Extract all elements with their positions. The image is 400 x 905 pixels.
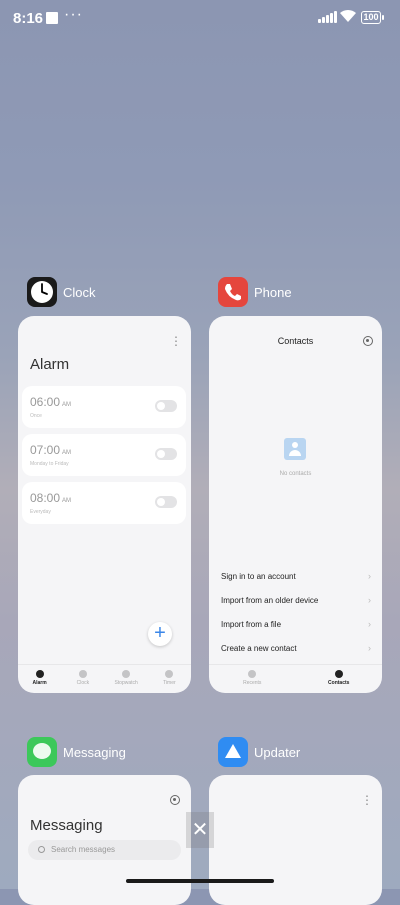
alarm-time: 08:00 AM	[30, 491, 72, 505]
recents-icon	[248, 670, 257, 678]
chevron-right-icon: ›	[368, 643, 371, 653]
updater-app-icon	[218, 737, 248, 767]
tab-timer[interactable]: Timer	[148, 665, 191, 693]
messaging-app-header[interactable]: Messaging	[27, 737, 126, 767]
tab-clock[interactable]: Clock	[61, 665, 104, 693]
clock-app-name: Clock	[63, 284, 96, 300]
import-older-device-option[interactable]: Import from an older device ›	[221, 595, 371, 605]
status-bar: 8:16 ··· 100	[0, 0, 400, 36]
messaging-app-icon	[27, 737, 57, 767]
add-alarm-button[interactable]: +	[148, 622, 172, 646]
updater-app-header[interactable]: Updater	[218, 737, 300, 767]
timer-icon	[165, 670, 174, 678]
page-title: Contacts	[277, 336, 314, 346]
clock-app-card[interactable]: ⋮ Alarm 06:00 AM Once 07:00 AM Monday to F…	[18, 316, 191, 693]
page-title: Messaging	[30, 817, 103, 834]
alarm-toggle[interactable]	[155, 400, 177, 412]
settings-icon[interactable]	[170, 795, 180, 805]
phone-tab-bar: Recents Contacts	[209, 664, 382, 693]
status-time: 8:16	[13, 10, 44, 27]
notification-icon	[46, 12, 58, 24]
alarm-item[interactable]: 08:00 AM Everyday	[22, 482, 186, 524]
chevron-right-icon: ›	[368, 595, 371, 605]
clock-app-icon	[27, 277, 57, 307]
clock-icon	[78, 670, 87, 678]
alarm-repeat: Monday to Friday	[30, 461, 69, 467]
settings-icon[interactable]	[363, 336, 373, 346]
chevron-right-icon: ›	[368, 619, 371, 629]
sign-in-option[interactable]: Sign in to an account ›	[221, 571, 371, 581]
search-icon	[38, 846, 45, 854]
messaging-app-card[interactable]: Messaging Search messages	[18, 775, 191, 905]
phone-app-card[interactable]: Contacts No contacts Sign in to an accou…	[209, 316, 382, 693]
empty-state-text: No contacts	[279, 471, 312, 477]
more-options-icon[interactable]: ⋮	[170, 334, 182, 348]
battery-icon: 100	[361, 11, 384, 24]
stopwatch-icon	[122, 670, 131, 678]
tab-contacts[interactable]: Contacts	[296, 665, 383, 693]
updater-app-name: Updater	[254, 744, 301, 760]
alarm-icon	[35, 670, 44, 678]
contacts-icon	[334, 670, 343, 678]
messaging-app-name: Messaging	[63, 744, 126, 760]
create-contact-option[interactable]: Create a new contact ›	[221, 643, 371, 653]
alarm-toggle[interactable]	[155, 448, 177, 460]
more-notifications-icon: ···	[64, 6, 83, 23]
more-options-icon[interactable]: ⋮	[361, 793, 373, 807]
wifi-icon	[340, 9, 356, 22]
updater-app-card[interactable]: ⋮	[209, 775, 382, 905]
home-indicator[interactable]	[126, 879, 274, 883]
chevron-right-icon: ›	[368, 571, 371, 581]
clock-tab-bar: Alarm Clock Stopwatch Timer	[18, 664, 191, 693]
alarm-item[interactable]: 07:00 AM Monday to Friday	[22, 434, 186, 476]
alarm-time: 06:00 AM	[30, 395, 72, 409]
alarm-repeat: Once	[30, 413, 42, 419]
tab-stopwatch[interactable]: Stopwatch	[105, 665, 148, 693]
import-file-option[interactable]: Import from a file ›	[221, 619, 371, 629]
page-title: Alarm	[30, 356, 70, 373]
search-input[interactable]: Search messages	[28, 840, 181, 860]
contact-placeholder-icon	[284, 438, 306, 460]
alarm-item[interactable]: 06:00 AM Once	[22, 386, 186, 428]
alarm-toggle[interactable]	[155, 496, 177, 508]
phone-app-header[interactable]: Phone	[218, 277, 292, 307]
tab-recents[interactable]: Recents	[209, 665, 296, 693]
tab-alarm[interactable]: Alarm	[18, 665, 61, 693]
clock-app-header[interactable]: Clock	[27, 277, 96, 307]
phone-app-name: Phone	[254, 284, 292, 300]
phone-app-icon	[218, 277, 248, 307]
signal-icon	[318, 11, 337, 23]
alarm-repeat: Everyday	[30, 509, 51, 515]
alarm-time: 07:00 AM	[30, 443, 72, 457]
clear-all-button[interactable]: ✕	[186, 812, 214, 848]
